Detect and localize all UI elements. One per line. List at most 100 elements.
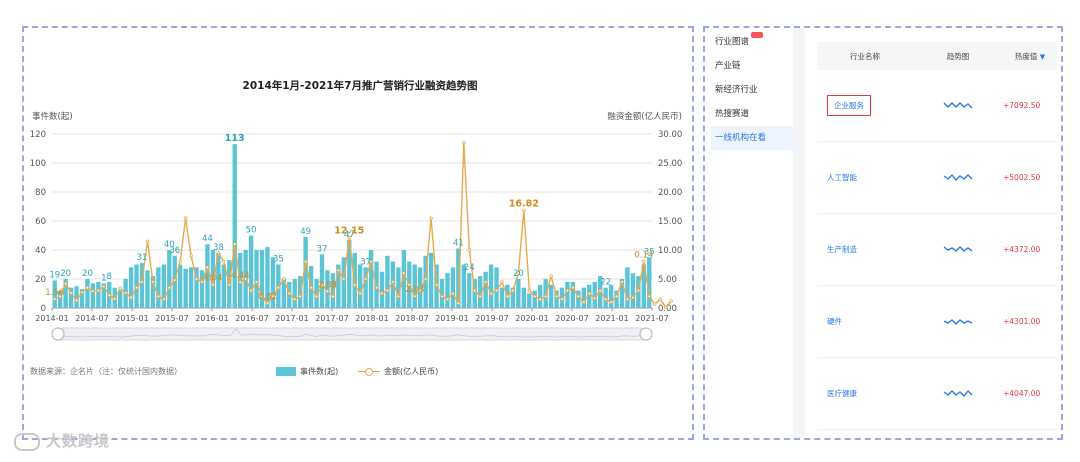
y-tick-label-left: 100 [30,159,46,169]
x-tick-label: 2021-07 [635,314,668,323]
bar-data-label: 8 [107,272,112,282]
amount-point [303,259,308,264]
amount-data-label: 1.56 [45,288,64,298]
amount-point [107,293,111,297]
amount-point [429,216,433,220]
table-row[interactable]: 医疗健康 +4047.00 [817,358,1057,430]
x-tick-label: 2017-01 [275,314,308,323]
amount-point [653,302,657,306]
amount-point [194,277,199,281]
amount-data-label: 2.03 [405,285,424,295]
bar-data-label: 38 [213,243,224,253]
bar [358,264,363,308]
amount-point [156,294,161,299]
amount-data-label: 12.15 [334,226,364,237]
amount-point [353,283,357,287]
table-header: 行业名称 趋势图 热度值 ▼ [817,42,1057,70]
amount-point [445,297,450,301]
heat-value: +4372.00 [1003,245,1041,254]
header-heat[interactable]: 热度值 ▼ [1003,51,1057,62]
amount-point [543,294,548,299]
heat-value: +7092.50 [1003,101,1041,110]
table-row[interactable]: 企业服务 +7092.50 [817,70,1057,142]
menu-item-hot-track[interactable]: 热搜赛道 [711,102,793,126]
menu-item-label: 一线机构在看 [715,133,767,143]
hot-badge-icon [751,32,763,38]
bar [483,271,488,308]
bar [538,284,543,308]
amount-point [140,280,144,284]
bar-data-label: 50 [246,226,257,236]
amount-point [494,288,499,293]
x-tick-label: 2018-07 [395,314,428,323]
bar [428,252,434,308]
amount-point [254,280,259,284]
menu-item-industry-chain[interactable]: 产业链 [711,54,793,78]
bar [581,287,586,308]
bar [183,268,188,308]
x-tick-label: 2020-07 [555,314,588,323]
bar-data-label: 37 [360,257,371,267]
legend-item-events[interactable]: 事件数(起) [276,366,338,377]
amount-point [53,297,57,301]
amount-point [631,295,635,300]
amount-point [118,286,122,290]
zoom-handle-left[interactable] [51,327,65,341]
table-row[interactable]: 人工智能 +5002.50 [817,142,1057,214]
amount-point [63,281,68,286]
industry-name-link[interactable]: 硬件 [827,317,842,326]
bar [232,144,237,308]
industry-name-link[interactable]: 人工智能 [827,173,857,182]
bar [565,281,570,308]
amount-point [467,248,471,252]
bar [188,267,194,308]
amount-point [325,289,330,293]
sort-down-icon[interactable]: ▼ [1040,53,1045,61]
industry-name-link[interactable]: 医疗健康 [827,389,857,398]
amount-point [609,300,613,304]
bar [178,264,183,308]
x-tick-label: 2014-07 [75,314,108,323]
bar [167,250,172,308]
x-tick-label: 2014-01 [35,314,68,323]
amount-point [462,140,466,145]
trend-sparkline [913,317,1003,327]
sparkline-path [943,173,973,181]
legend-item-amount[interactable]: 金额(亿人民币) [358,366,438,377]
industry-name-link[interactable]: 生产制造 [827,245,857,254]
table-row[interactable]: 生产制造 +4372.00 [817,214,1057,286]
amount-point [571,286,575,290]
bar-data-label: 24 [464,263,475,273]
y-tick-label-right: 10.00 [658,246,682,256]
legend-bar-swatch [276,367,296,376]
table-row[interactable]: 硬件 +4301.00 [817,286,1057,358]
watermark-text: 大数跨境 [46,432,111,450]
x-tick-label: 2015-01 [115,314,148,323]
menu-item-industry-map[interactable]: 行业图谱 [711,30,793,54]
amount-point [205,265,210,270]
amount-point [478,294,482,299]
bar [625,267,630,308]
menu-item-new-economy[interactable]: 新经济行业 [711,78,793,102]
y-tick-label-left: 80 [35,188,46,198]
bar [90,283,96,308]
amount-point [145,239,150,243]
sparkline-chart [943,101,973,108]
amount-point [123,291,128,295]
menu-item-top-vc-watch[interactable]: 一线机构在看 [711,126,793,150]
trend-sparkline [913,173,1003,183]
amount-point [603,297,608,301]
bar [85,279,90,308]
industry-name-link[interactable]: 企业服务 [827,95,871,116]
amount-point [522,208,526,213]
amount-point [91,289,95,293]
amount-point [385,288,390,293]
trend-sparkline [913,101,1003,111]
amount-point [549,274,553,278]
amount-data-label: 0.14 [634,251,653,261]
zoom-handle-right[interactable] [639,327,653,341]
amount-point [374,286,379,290]
amount-point [669,299,673,303]
x-tick-label: 2019-07 [475,314,508,323]
amount-point [440,294,444,299]
